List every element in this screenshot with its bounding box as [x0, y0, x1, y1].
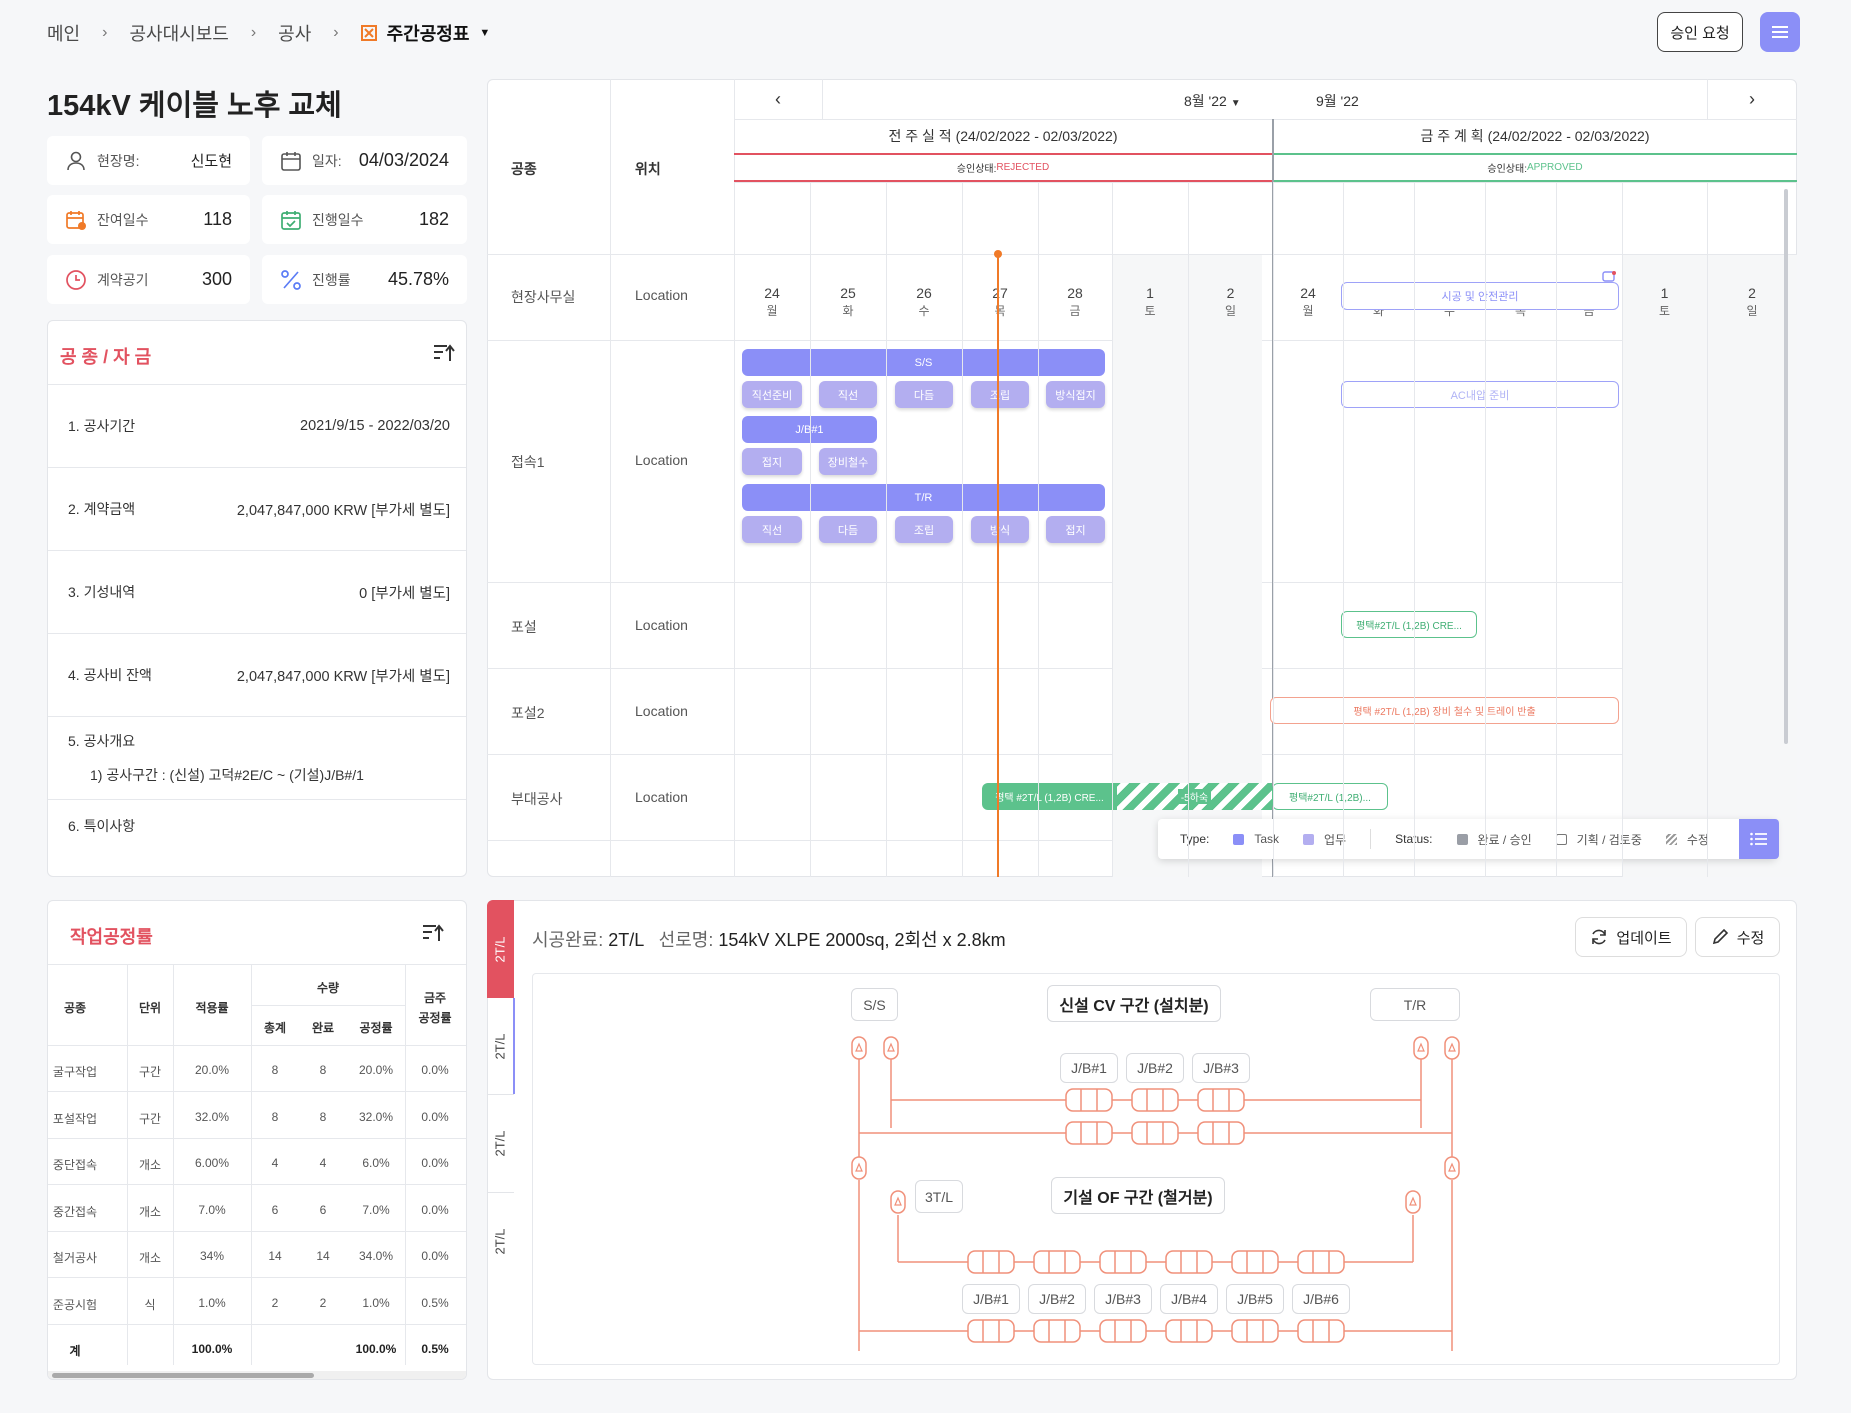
jb-label: J/B#4 — [1160, 1284, 1218, 1314]
joint-box-icon — [1099, 1319, 1147, 1343]
jb-label: J/B#3 — [1192, 1053, 1250, 1083]
joint-box-icon — [1099, 1250, 1147, 1274]
jb-label: J/B#2 — [1028, 1284, 1086, 1314]
jb-label: J/B#5 — [1226, 1284, 1284, 1314]
joint-box-icon — [1297, 1319, 1345, 1343]
new-section-label: 신설 CV 구간 (설치분) — [1047, 985, 1221, 1022]
joint-box-icon — [1165, 1250, 1213, 1274]
terminal-icon — [851, 1036, 867, 1060]
old-section-label: 기설 OF 구간 (철거분) — [1051, 1177, 1225, 1214]
jb-label: J/B#2 — [1126, 1053, 1184, 1083]
jb-label: J/B#1 — [1060, 1053, 1118, 1083]
joint-box-icon — [1231, 1319, 1279, 1343]
joint-box-icon — [1033, 1319, 1081, 1343]
joint-box-icon — [1131, 1088, 1179, 1112]
joint-box-icon — [1065, 1088, 1113, 1112]
joint-box-icon — [1065, 1121, 1113, 1145]
3tl-label: 3T/L — [915, 1180, 963, 1213]
joint-box-icon — [1197, 1121, 1245, 1145]
joint-box-icon — [1033, 1250, 1081, 1274]
terminal-icon — [851, 1156, 867, 1180]
terminal-icon — [1444, 1036, 1460, 1060]
joint-box-icon — [1131, 1121, 1179, 1145]
joint-box-icon — [1165, 1319, 1213, 1343]
joint-box-icon — [1231, 1250, 1279, 1274]
jb-label: J/B#6 — [1292, 1284, 1350, 1314]
terminal-icon — [1413, 1036, 1429, 1060]
jb-label: J/B#1 — [962, 1284, 1020, 1314]
joint-box-icon — [967, 1250, 1015, 1274]
ss-label: S/S — [851, 988, 898, 1021]
tr-label: T/R — [1370, 988, 1460, 1021]
terminal-icon — [1444, 1156, 1460, 1180]
terminal-icon — [1405, 1190, 1421, 1214]
joint-box-icon — [967, 1319, 1015, 1343]
jb-label: J/B#3 — [1094, 1284, 1152, 1314]
joint-box-icon — [1297, 1250, 1345, 1274]
terminal-icon — [883, 1036, 899, 1060]
joint-box-icon — [1197, 1088, 1245, 1112]
terminal-icon — [890, 1190, 906, 1214]
